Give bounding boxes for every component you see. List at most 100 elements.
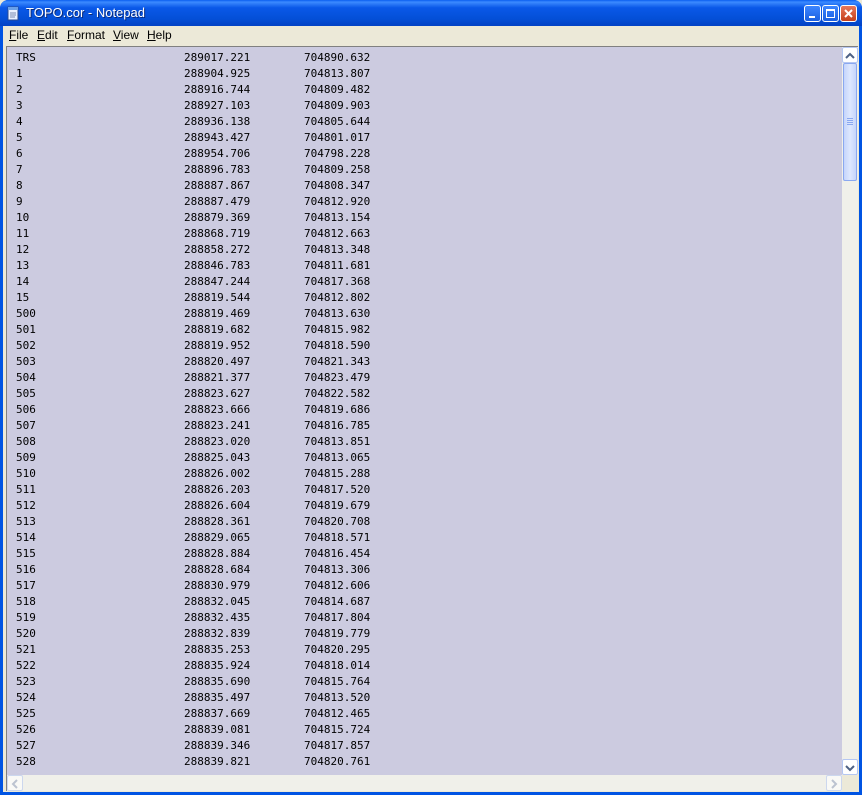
minimize-icon — [809, 16, 815, 18]
text-line: 513 288828.361 704820.708 — [7, 514, 842, 530]
text-line: 509 288825.043 704813.065 — [7, 450, 842, 466]
menu-help[interactable]: Help — [147, 28, 172, 42]
northing-value: 704813.306 — [304, 563, 371, 576]
northing-value: 704813.851 — [304, 435, 371, 448]
text-line: 501 288819.682 704815.982 — [7, 322, 842, 338]
text-line: 524 288835.497 704813.520 — [7, 690, 842, 706]
text-line: 9 288887.479 704812.920 — [7, 194, 842, 210]
text-editor[interactable]: TRS 289017.221 704890.632 1 288904.925 704813… — [6, 46, 858, 791]
easting-value: 288835.690 — [184, 675, 251, 688]
northing-value: 704817.857 — [304, 739, 371, 752]
northing-value: 704809.482 — [304, 83, 371, 96]
scroll-left-arrow-icon — [11, 779, 18, 789]
maximize-button[interactable] — [822, 5, 839, 22]
scroll-down-button[interactable] — [842, 759, 858, 775]
northing-value: 704816.785 — [304, 419, 371, 432]
northing-value: 704812.802 — [304, 291, 371, 304]
easting-value: 288819.469 — [184, 307, 251, 320]
scroll-down-arrow-icon — [845, 765, 855, 772]
point-id: 512 — [16, 499, 36, 512]
text-line: 514 288829.065 704818.571 — [7, 530, 842, 546]
easting-value: 288887.867 — [184, 179, 251, 192]
easting-value: 288887.479 — [184, 195, 251, 208]
text-area[interactable]: TRS 289017.221 704890.632 1 288904.925 704813… — [7, 47, 842, 775]
point-id: 503 — [16, 355, 36, 368]
point-id: 515 — [16, 547, 36, 560]
easting-value: 288839.081 — [184, 723, 251, 736]
northing-value: 704812.606 — [304, 579, 371, 592]
menu-view[interactable]: View — [113, 28, 139, 42]
text-line: 522 288835.924 704818.014 — [7, 658, 842, 674]
scroll-up-button[interactable] — [842, 47, 858, 63]
point-id: 15 — [16, 291, 30, 304]
grip-line — [847, 124, 853, 125]
northing-value: 704813.348 — [304, 243, 371, 256]
northing-value: 704822.582 — [304, 387, 371, 400]
text-line: 519 288832.435 704817.804 — [7, 610, 842, 626]
point-id: 6 — [16, 147, 23, 160]
point-id: 505 — [16, 387, 36, 400]
vertical-scroll-thumb[interactable] — [843, 63, 857, 181]
scroll-left-button[interactable] — [7, 775, 23, 791]
point-id: 520 — [16, 627, 36, 640]
vertical-scrollbar[interactable] — [842, 47, 858, 775]
point-id: 526 — [16, 723, 36, 736]
close-button[interactable] — [840, 5, 857, 22]
northing-value: 704820.295 — [304, 643, 371, 656]
minimize-button[interactable] — [804, 5, 821, 22]
text-line: 520 288832.839 704819.779 — [7, 626, 842, 642]
point-id: 510 — [16, 467, 36, 480]
scroll-right-button[interactable] — [826, 775, 842, 791]
close-icon — [844, 9, 853, 18]
menu-file[interactable]: File — [9, 28, 28, 42]
northing-value: 704815.764 — [304, 675, 371, 688]
point-id: 11 — [16, 227, 30, 240]
text-line: 505 288823.627 704822.582 — [7, 386, 842, 402]
text-line: 14 288847.244 704817.368 — [7, 274, 842, 290]
northing-value: 704818.014 — [304, 659, 371, 672]
menu-format[interactable]: Format — [67, 28, 105, 42]
easting-value: 289017.221 — [184, 51, 251, 64]
text-line: 506 288823.666 704819.686 — [7, 402, 842, 418]
scroll-up-arrow-icon — [845, 52, 855, 59]
notepad-icon — [7, 6, 19, 21]
text-line: 510 288826.002 704815.288 — [7, 466, 842, 482]
northing-value: 704814.687 — [304, 595, 371, 608]
window-title: TOPO.cor - Notepad — [26, 5, 145, 20]
window-frame: File Edit Format View Help TRS 289017.221… — [3, 26, 859, 792]
menu-help-accel: H — [147, 28, 156, 42]
northing-value: 704798.228 — [304, 147, 371, 160]
northing-value: 704820.708 — [304, 515, 371, 528]
northing-value: 704815.288 — [304, 467, 371, 480]
menu-edit-accel: E — [37, 28, 46, 42]
title-bar[interactable]: TOPO.cor - Notepad — [0, 0, 862, 26]
text-line: TRS 289017.221 704890.632 — [7, 50, 842, 66]
easting-value: 288819.952 — [184, 339, 251, 352]
easting-value: 288823.020 — [184, 435, 251, 448]
point-id: 523 — [16, 675, 36, 688]
northing-value: 704816.454 — [304, 547, 371, 560]
point-id: 521 — [16, 643, 36, 656]
menu-help-rest: elp — [155, 28, 172, 42]
text-line: 8 288887.867 704808.347 — [7, 178, 842, 194]
text-line: 11 288868.719 704812.663 — [7, 226, 842, 242]
horizontal-scrollbar[interactable] — [7, 775, 842, 791]
easting-value: 288835.497 — [184, 691, 251, 704]
easting-value: 288832.839 — [184, 627, 251, 640]
text-line: 525 288837.669 704812.465 — [7, 706, 842, 722]
northing-value: 704812.663 — [304, 227, 371, 240]
easting-value: 288858.272 — [184, 243, 251, 256]
point-id: 511 — [16, 483, 36, 496]
easting-value: 288954.706 — [184, 147, 251, 160]
point-id: 519 — [16, 611, 36, 624]
point-id: 7 — [16, 163, 23, 176]
menu-edit[interactable]: Edit — [37, 28, 58, 42]
easting-value: 288835.253 — [184, 643, 251, 656]
easting-value: 288821.377 — [184, 371, 251, 384]
easting-value: 288820.497 — [184, 355, 251, 368]
northing-value: 704821.343 — [304, 355, 371, 368]
point-id: 12 — [16, 243, 30, 256]
easting-value: 288819.682 — [184, 323, 251, 336]
menu-file-rest: ile — [16, 28, 29, 42]
easting-value: 288916.744 — [184, 83, 251, 96]
